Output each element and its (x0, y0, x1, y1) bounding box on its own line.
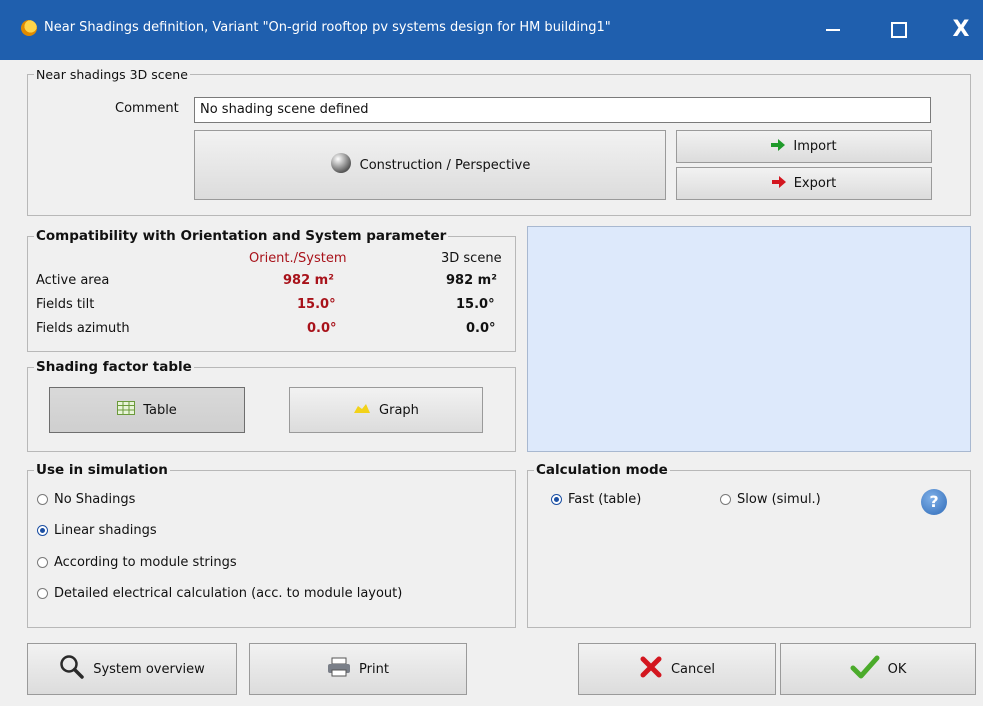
table-button[interactable]: Table (49, 387, 245, 433)
app-sun-icon (21, 20, 37, 36)
option-slow-simul-label: Slow (simul.) (737, 492, 821, 507)
option-fast-table[interactable]: Fast (table) (551, 492, 641, 507)
fields-tilt-scene: 15.0° (456, 297, 495, 312)
option-linear-shadings-label: Linear shadings (54, 523, 157, 538)
radio-slow-simul[interactable] (720, 494, 731, 505)
option-linear-shadings[interactable]: Linear shadings (37, 523, 157, 538)
graph-label: Graph (379, 402, 419, 418)
printer-icon (327, 657, 351, 681)
calc-mode-legend: Calculation mode (536, 462, 668, 478)
radio-linear-shadings[interactable] (37, 525, 48, 536)
green-check-icon (850, 655, 880, 683)
orient-system-header: Orient./System (249, 251, 347, 266)
system-overview-label: System overview (93, 661, 205, 677)
scene-header: 3D scene (441, 251, 502, 266)
import-button[interactable]: Import (676, 130, 932, 163)
sphere-icon (330, 152, 352, 178)
fields-tilt-label: Fields tilt (36, 297, 95, 312)
import-label: Import (793, 139, 837, 154)
maximize-icon (891, 22, 907, 38)
graph-icon (353, 402, 371, 418)
green-arrow-icon (771, 138, 786, 155)
option-detailed-electrical-label: Detailed electrical calculation (acc. to… (54, 586, 403, 601)
minimize-button[interactable] (810, 12, 856, 48)
option-no-shadings-label: No Shadings (54, 492, 136, 507)
radio-detailed-electrical[interactable] (37, 588, 48, 599)
radio-no-shadings[interactable] (37, 494, 48, 505)
system-overview-button[interactable]: System overview (27, 643, 237, 695)
export-button[interactable]: Export (676, 167, 932, 200)
fields-tilt-orient: 15.0° (297, 297, 336, 312)
comment-label: Comment (115, 101, 179, 116)
option-slow-simul[interactable]: Slow (simul.) (720, 492, 821, 507)
fields-azimuth-scene: 0.0° (466, 321, 496, 336)
ok-label: OK (887, 661, 907, 677)
title-bar: Near Shadings definition, Variant "On-gr… (0, 0, 983, 60)
shading-table-legend: Shading factor table (36, 359, 192, 375)
option-module-strings-label: According to module strings (54, 555, 237, 570)
window-title: Near Shadings definition, Variant "On-gr… (44, 20, 611, 35)
active-area-scene: 982 m² (446, 273, 497, 288)
fields-azimuth-label: Fields azimuth (36, 321, 130, 336)
minimize-icon (826, 29, 840, 31)
export-label: Export (793, 176, 837, 191)
print-label: Print (359, 661, 389, 677)
cancel-button[interactable]: Cancel (578, 643, 776, 695)
cancel-label: Cancel (670, 661, 716, 677)
active-area-label: Active area (36, 273, 110, 288)
graph-button[interactable]: Graph (289, 387, 483, 433)
close-button[interactable]: X (938, 12, 983, 48)
print-button[interactable]: Print (249, 643, 467, 695)
ok-button[interactable]: OK (780, 643, 976, 695)
option-detailed-electrical[interactable]: Detailed electrical calculation (acc. to… (37, 586, 402, 601)
simulation-group: Use in simulation (27, 462, 516, 628)
magnifier-icon (59, 654, 85, 684)
option-module-strings[interactable]: According to module strings (37, 555, 237, 570)
fields-azimuth-orient: 0.0° (307, 321, 337, 336)
calc-mode-group: Calculation mode (527, 462, 971, 628)
scene-preview-panel (527, 226, 971, 452)
scene-legend: Near shadings 3D scene (36, 67, 188, 82)
red-arrow-icon (771, 175, 786, 192)
option-fast-table-label: Fast (table) (568, 492, 642, 507)
maximize-button[interactable] (876, 12, 922, 48)
construction-label: Construction / Perspective (359, 157, 531, 173)
radio-module-strings[interactable] (37, 557, 48, 568)
construction-perspective-button[interactable]: Construction / Perspective (194, 130, 666, 200)
simulation-legend: Use in simulation (36, 462, 168, 478)
compatibility-legend: Compatibility with Orientation and Syste… (36, 228, 447, 244)
option-no-shadings[interactable]: No Shadings (37, 492, 135, 507)
help-icon[interactable]: ? (921, 489, 947, 515)
red-x-icon (639, 655, 663, 683)
table-label: Table (143, 402, 177, 418)
radio-fast-table[interactable] (551, 494, 562, 505)
table-grid-icon (117, 401, 136, 419)
active-area-orient: 982 m² (283, 273, 334, 288)
comment-field[interactable]: No shading scene defined (194, 97, 931, 123)
